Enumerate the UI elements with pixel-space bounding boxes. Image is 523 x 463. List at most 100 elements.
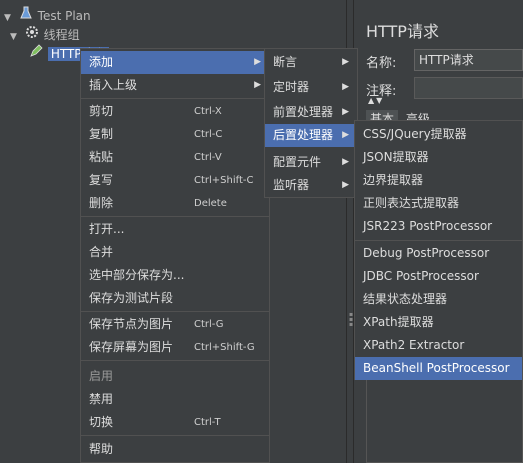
menu-shortcut: Ctrl+Shift-G [194, 342, 255, 353]
comment-field[interactable] [414, 77, 523, 99]
tree-node-label: 线程组 [43, 28, 80, 42]
submenu-item-post-processors[interactable]: 后置处理器 ▶ [265, 124, 357, 147]
submenu-arrow-icon: ▶ [254, 57, 261, 67]
tree-node-thread-group[interactable]: ▼ 线程组 [10, 25, 80, 44]
menu-item-disable[interactable]: 禁用 [81, 388, 269, 411]
menu-item-help[interactable]: 帮助 [81, 438, 269, 461]
submenu-item-config-elements[interactable]: 配置元件 ▶ [265, 151, 357, 174]
submenu-item-boundary-extractor[interactable]: 边界提取器 [355, 169, 522, 192]
menu-item-label: 打开... [89, 222, 125, 236]
gear-icon [24, 25, 40, 45]
menu-item-label: 添加 [89, 55, 114, 69]
submenu-arrow-icon: ▶ [342, 57, 349, 67]
submenu-item-listeners[interactable]: 监听器 ▶ [265, 174, 357, 197]
post-processor-submenu: CSS/JQuery提取器 JSON提取器 边界提取器 正则表达式提取器 JSR… [354, 120, 523, 380]
menu-shortcut: Ctrl-C [194, 129, 223, 140]
menu-shortcut: Ctrl-V [194, 152, 222, 163]
menu-item-label: 禁用 [89, 392, 114, 406]
submenu-item-timers[interactable]: 定时器 ▶ [265, 76, 357, 99]
menu-item-save-screen-image[interactable]: 保存屏幕为图片 Ctrl+Shift-G [81, 336, 269, 359]
collapse-arrows-icon[interactable]: ▲▼ [368, 96, 384, 105]
context-menu: 添加 ▶ 插入上级 ▶ 剪切 Ctrl-X 复制 Ctrl-C 粘贴 Ctrl-… [80, 48, 270, 463]
menu-item-label: 插入上级 [89, 78, 138, 92]
submenu-item-regex-extractor[interactable]: 正则表达式提取器 [355, 192, 522, 215]
menu-item-label: 保存节点为图片 [89, 317, 174, 331]
submenu-item-debug-postprocessor[interactable]: Debug PostProcessor [355, 242, 522, 265]
menu-item-label: 结果状态处理器 [363, 292, 448, 306]
menu-item-label: 合并 [89, 245, 114, 259]
menu-item-paste[interactable]: 粘贴 Ctrl-V [81, 146, 269, 169]
menu-item-label: 剪切 [89, 104, 114, 118]
submenu-item-result-status-handler[interactable]: 结果状态处理器 [355, 288, 522, 311]
menu-item-label: 复写 [89, 173, 114, 187]
menu-item-enable[interactable]: 启用 [81, 365, 269, 388]
submenu-item-pre-processors[interactable]: 前置处理器 ▶ [265, 101, 357, 124]
menu-item-label: 保存为测试片段 [89, 291, 174, 305]
menu-separator [81, 360, 269, 361]
submenu-item-beanshell-postprocessor[interactable]: BeanShell PostProcessor [355, 357, 522, 380]
menu-item-duplicate[interactable]: 复写 Ctrl+Shift-C [81, 169, 269, 192]
panel-title: HTTP请求 [366, 22, 439, 41]
menu-item-label: 选中部分保存为... [89, 268, 185, 282]
menu-separator [81, 311, 269, 312]
add-submenu: 断言 ▶ 定时器 ▶ 前置处理器 ▶ 后置处理器 ▶ 配置元件 ▶ 监听器 ▶ [264, 48, 358, 198]
menu-item-save-node-image[interactable]: 保存节点为图片 Ctrl-G [81, 313, 269, 336]
menu-separator [81, 216, 269, 217]
menu-item-label: JDBC PostProcessor [363, 269, 479, 283]
menu-item-label: XPath2 Extractor [363, 338, 465, 352]
menu-item-label: 保存屏幕为图片 [89, 340, 174, 354]
submenu-item-jsr223-postprocessor[interactable]: JSR223 PostProcessor [355, 215, 522, 238]
submenu-item-xpath2-extractor[interactable]: XPath2 Extractor [355, 334, 522, 357]
menu-item-label: 边界提取器 [363, 173, 424, 187]
expand-arrow-icon[interactable]: ▼ [10, 28, 20, 47]
menu-item-label: 删除 [89, 196, 114, 210]
menu-item-save-selection-as[interactable]: 选中部分保存为... [81, 264, 269, 287]
pencil-icon [28, 44, 44, 64]
flask-icon [18, 6, 34, 26]
submenu-arrow-icon: ▶ [342, 130, 349, 140]
menu-item-label: 粘贴 [89, 150, 114, 164]
submenu-arrow-icon: ▶ [254, 80, 261, 90]
menu-item-label: XPath提取器 [363, 315, 434, 329]
submenu-arrow-icon: ▶ [342, 82, 349, 92]
submenu-item-css-jquery-extractor[interactable]: CSS/JQuery提取器 [355, 123, 522, 146]
menu-item-open[interactable]: 打开... [81, 218, 269, 241]
name-field[interactable]: HTTP请求 [414, 49, 523, 71]
menu-item-label: Debug PostProcessor [363, 246, 490, 260]
menu-item-copy[interactable]: 复制 Ctrl-C [81, 123, 269, 146]
grip-icon: ▪ ▪ ▪ [349, 311, 354, 328]
menu-item-label: 正则表达式提取器 [363, 196, 460, 210]
submenu-item-jdbc-postprocessor[interactable]: JDBC PostProcessor [355, 265, 522, 288]
tree-node-test-plan[interactable]: ▼ Test Plan [4, 6, 91, 25]
name-label: 名称: [366, 56, 397, 71]
menu-item-label: BeanShell PostProcessor [363, 361, 510, 375]
menu-shortcut: Ctrl+Shift-C [194, 175, 254, 186]
menu-shortcut: Ctrl-G [194, 319, 224, 330]
menu-item-toggle[interactable]: 切换 Ctrl-T [81, 411, 269, 434]
menu-item-label: 复制 [89, 127, 114, 141]
tree-node-label: Test Plan [37, 9, 91, 23]
submenu-arrow-icon: ▶ [342, 107, 349, 117]
menu-item-delete[interactable]: 删除 Delete [81, 192, 269, 215]
menu-item-cut[interactable]: 剪切 Ctrl-X [81, 100, 269, 123]
menu-item-label: CSS/JQuery提取器 [363, 127, 467, 141]
menu-item-insert-parent[interactable]: 插入上级 ▶ [81, 74, 269, 97]
submenu-arrow-icon: ▶ [342, 157, 349, 167]
menu-item-merge[interactable]: 合并 [81, 241, 269, 264]
submenu-item-json-extractor[interactable]: JSON提取器 [355, 146, 522, 169]
menu-item-save-as-test-fragment[interactable]: 保存为测试片段 [81, 287, 269, 310]
menu-item-label: 切换 [89, 415, 114, 429]
menu-separator [81, 435, 269, 436]
menu-item-label: 后置处理器 [273, 128, 334, 142]
menu-item-add[interactable]: 添加 ▶ [81, 51, 269, 74]
menu-shortcut: Ctrl-T [194, 417, 221, 428]
menu-separator [355, 240, 522, 241]
menu-item-label: 配置元件 [273, 155, 322, 169]
menu-item-label: 帮助 [89, 442, 114, 456]
submenu-item-xpath-extractor[interactable]: XPath提取器 [355, 311, 522, 334]
menu-item-label: JSR223 PostProcessor [363, 219, 493, 233]
menu-item-label: 定时器 [273, 80, 310, 94]
jmeter-window: ▼ Test Plan ▼ 线程组 HTTP请求 ▪ ▪ ▪ HTTP请求 名称: … [0, 0, 523, 463]
submenu-item-assertions[interactable]: 断言 ▶ [265, 51, 357, 74]
menu-shortcut: Ctrl-X [194, 106, 222, 117]
